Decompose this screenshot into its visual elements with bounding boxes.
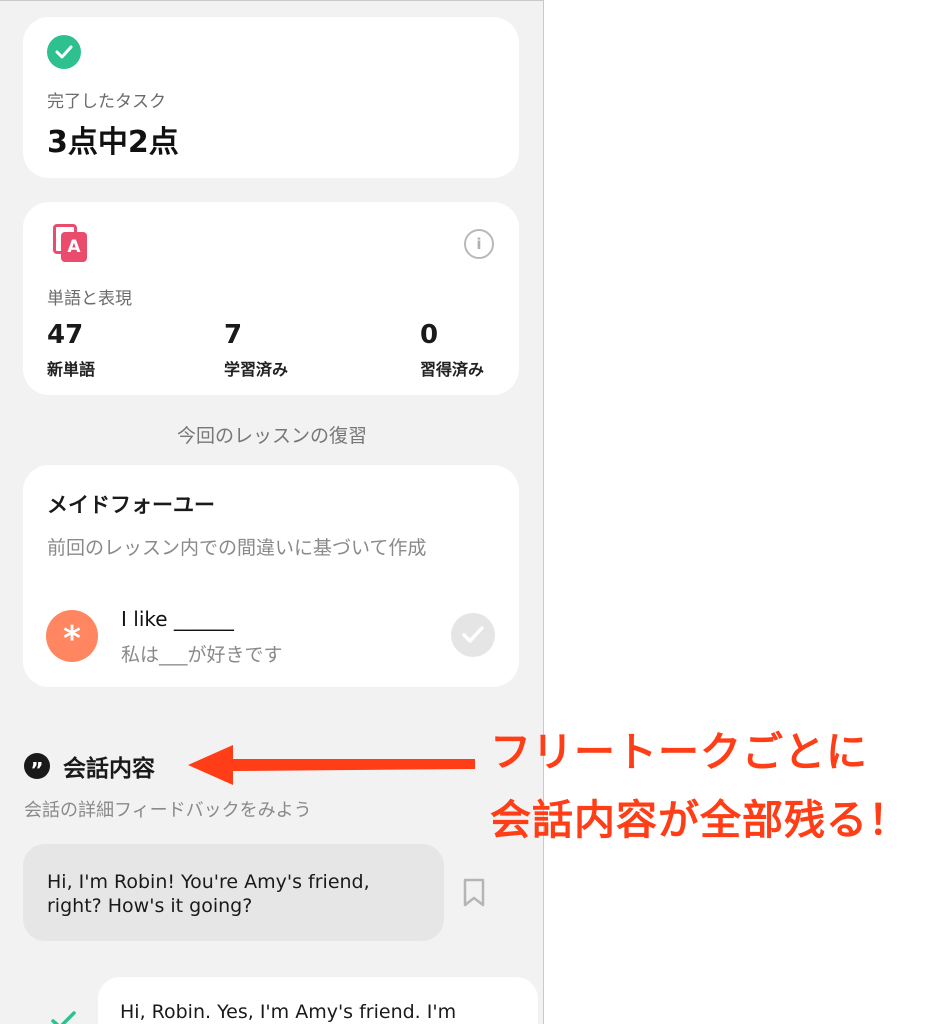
made-for-you-subtitle: 前回のレッスン内での間違いに基づいて作成: [47, 537, 427, 559]
bookmark-icon[interactable]: [463, 878, 485, 908]
annotation-line-1: フリートークごとに: [490, 728, 868, 776]
mastered-count: 0: [420, 320, 439, 350]
completed-tasks-label: 完了したタスク: [47, 92, 166, 112]
review-caption: 今回のレッスンの復習: [176, 425, 367, 447]
learned-label: 学習済み: [224, 360, 289, 379]
app-screen: 完了したタスク 3点中2点 A i 単語と表現 47 新単語 7 学習済み 0 …: [0, 0, 544, 1024]
asterisk-icon: *: [46, 610, 98, 662]
annotation-arrow: [188, 745, 475, 785]
made-for-you-card[interactable]: メイドフォーユー 前回のレッスン内での間違いに基づいて作成 * I like _…: [23, 465, 519, 687]
completed-tasks-card: 完了したタスク 3点中2点: [23, 17, 519, 178]
partner-message-text: Hi, I'm Robin! You're Amy's friend, righ…: [47, 871, 370, 917]
conversation-subtitle: 会話の詳細フィードバックをみよう: [24, 800, 312, 821]
exercise-japanese: 私は___が好きです: [121, 644, 283, 666]
correct-check-icon: [51, 1011, 76, 1024]
check-circle-icon: [47, 35, 81, 69]
conversation-title: 会話内容: [63, 756, 155, 782]
quote-bubble-icon: ”: [24, 753, 50, 782]
vocabulary-title: 単語と表現: [47, 289, 132, 309]
vocabulary-card[interactable]: A i 単語と表現 47 新単語 7 学習済み 0 習得済み: [23, 202, 519, 395]
vocabulary-cards-icon: A: [53, 224, 89, 262]
partner-message-bubble[interactable]: Hi, I'm Robin! You're Amy's friend, righ…: [23, 844, 444, 941]
exercise-complete-check-icon[interactable]: [451, 613, 495, 657]
learned-count: 7: [224, 320, 243, 350]
completed-tasks-value: 3点中2点: [47, 125, 179, 160]
new-words-count: 47: [47, 320, 84, 350]
new-words-label: 新単語: [47, 360, 96, 379]
user-message-text: Hi, Robin. Yes, I'm Amy's friend. I'm: [120, 1001, 457, 1023]
made-for-you-title: メイドフォーユー: [47, 493, 215, 517]
info-icon[interactable]: i: [464, 229, 494, 259]
annotation-line-2: 会話内容が全部残る！: [490, 796, 910, 844]
mastered-label: 習得済み: [420, 360, 485, 379]
exercise-english: I like ______: [121, 607, 234, 631]
user-message-bubble[interactable]: Hi, Robin. Yes, I'm Amy's friend. I'm: [98, 977, 538, 1024]
